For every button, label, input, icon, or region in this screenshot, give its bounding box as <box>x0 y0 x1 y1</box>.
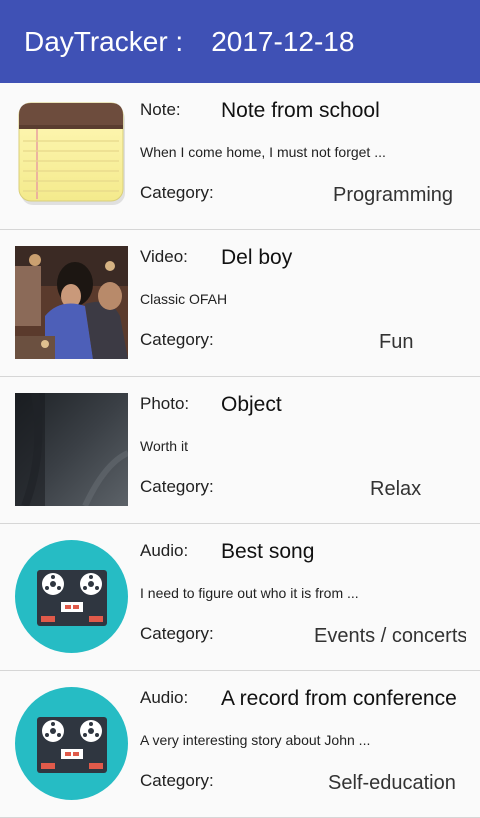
category-value-clip: Events / concerts <box>300 625 466 653</box>
entry-description: I need to figure out who it is from ... <box>140 585 359 601</box>
list-item[interactable]: Note: Note from school When I come home,… <box>0 83 480 230</box>
category-label: Category: <box>140 771 214 790</box>
entry-type: Note: <box>140 100 181 119</box>
entry-title: Note from school <box>221 99 380 122</box>
category-value: Programming <box>333 184 454 206</box>
category-label: Category: <box>140 477 214 496</box>
category-label: Category: <box>140 624 214 643</box>
entry-type: Photo: <box>140 394 190 413</box>
photo-thumbnail <box>15 393 128 506</box>
video-thumbnail <box>15 246 128 359</box>
entry-description: When I come home, I must not forget ... <box>140 144 386 160</box>
entry-title: Best song <box>221 540 315 563</box>
list-item[interactable]: Audio: Best song I need to figure out wh… <box>0 524 480 671</box>
entry-type: Video: <box>140 247 188 266</box>
tape-recorder-icon <box>15 540 128 653</box>
category-label: Category: <box>140 330 214 349</box>
notepad-icon <box>18 102 125 205</box>
entry-description: Classic OFAH <box>140 291 228 307</box>
entry-type: Audio: <box>140 541 189 560</box>
category-value: Fun <box>379 331 414 353</box>
tape-recorder-icon <box>15 687 128 800</box>
list-item[interactable]: Photo: Object Worth it Category: Relax <box>0 377 480 524</box>
app-title: DayTracker : <box>24 25 184 57</box>
entry-list: Note: Note from school When I come home,… <box>0 83 480 818</box>
list-item[interactable]: Audio: A record from conference A very i… <box>0 671 480 818</box>
entry-title: Object <box>221 393 282 416</box>
entry-title: Del boy <box>221 246 293 269</box>
entry-description: Worth it <box>140 438 188 454</box>
entry-type: Audio: <box>140 688 189 707</box>
category-value: Self-education <box>328 772 456 794</box>
category-value: Events / concerts <box>314 625 466 647</box>
category-label: Category: <box>140 183 214 202</box>
category-value: Relax <box>370 478 422 500</box>
header-date: 2017-12-18 <box>211 25 355 57</box>
entry-description: A very interesting story about John ... <box>140 732 371 748</box>
entry-title: A record from conference <box>221 687 457 710</box>
app-bar: DayTracker : 2017-12-18 <box>0 0 480 83</box>
list-item[interactable]: Video: Del boy Classic OFAH Category: Fu… <box>0 230 480 377</box>
